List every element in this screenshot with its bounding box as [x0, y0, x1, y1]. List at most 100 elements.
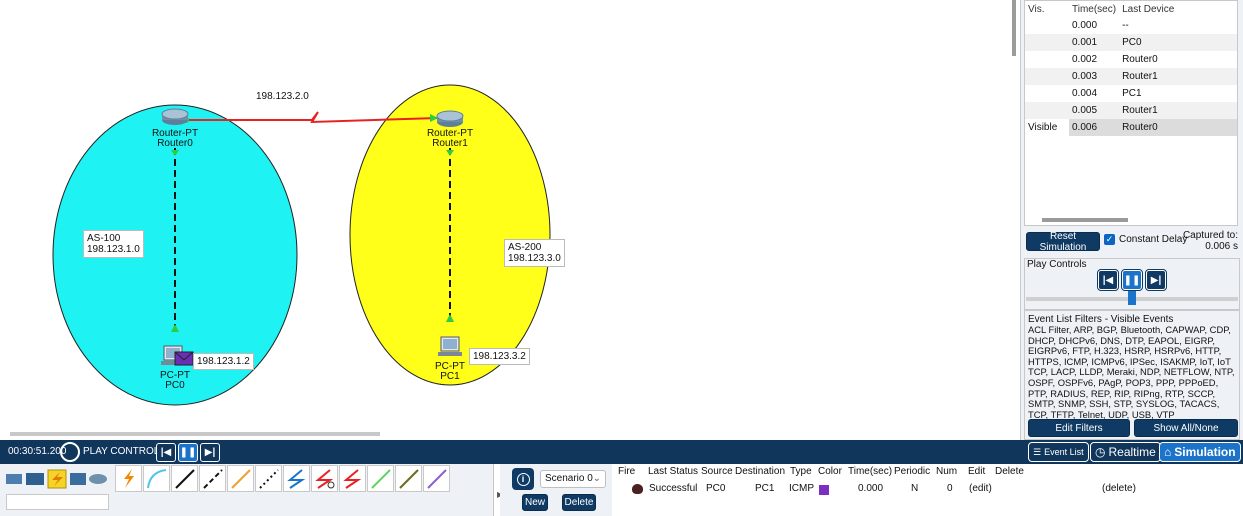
simulation-mode-tab[interactable]: ⌂ Simulation [1159, 442, 1241, 462]
pc0-label[interactable]: PC-PT PC0 [150, 371, 200, 391]
event-table-header: Vis. Time(sec) Last Device [1025, 1, 1237, 17]
bar-pause-button[interactable]: ❚❚ [178, 443, 198, 462]
logical-workspace[interactable]: 198.123.2.0 Router-PT Router0 Router-PT … [0, 0, 1012, 432]
timer-icon[interactable] [60, 442, 80, 462]
col-source[interactable]: Source [701, 466, 733, 477]
pdu-source: PC0 [706, 483, 726, 494]
phone-cable-icon [259, 469, 279, 489]
bar-step-back-button[interactable]: |◀ [156, 443, 176, 462]
col-fire[interactable]: Fire [618, 466, 635, 477]
play-speed-slider-thumb[interactable] [1128, 291, 1136, 305]
table-row[interactable]: 0.003 Router1 [1025, 68, 1237, 85]
pdu-envelope-icon[interactable] [174, 351, 194, 366]
table-row[interactable]: Visible 0.006 Router0 [1025, 119, 1237, 136]
table-row[interactable]: 0.001 PC0 [1025, 34, 1237, 51]
pdu-edit-link[interactable]: (edit) [969, 483, 992, 494]
fiber-connection[interactable] [227, 465, 254, 492]
misc-category[interactable] [70, 473, 86, 485]
col-vis[interactable]: Vis. [1025, 1, 1069, 17]
event-time: 0.001 [1069, 34, 1120, 51]
constant-delay-option[interactable]: ✓ Constant Delay [1104, 234, 1187, 245]
iot-connection[interactable] [395, 465, 422, 492]
table-row[interactable]: 0.002 Router0 [1025, 51, 1237, 68]
col-time[interactable]: Time(sec) [848, 466, 892, 477]
new-scenario-button[interactable]: New [522, 494, 548, 511]
col-num[interactable]: Num [936, 466, 957, 477]
show-all-none-button[interactable]: Show All/None [1134, 419, 1238, 437]
info-button[interactable]: i [512, 468, 534, 490]
edit-filters-button[interactable]: Edit Filters [1028, 419, 1130, 437]
topology-canvas[interactable] [0, 0, 1012, 432]
captured-value: 0.006 s [1205, 241, 1238, 252]
col-color[interactable]: Color [818, 466, 842, 477]
reset-simulation-button[interactable]: Reset Simulation [1026, 231, 1100, 253]
pdu-status: Successful [649, 483, 698, 494]
network-devices-category[interactable] [6, 474, 22, 484]
col-periodic[interactable]: Periodic [894, 466, 930, 477]
col-time[interactable]: Time(sec) [1069, 1, 1120, 17]
router1-label[interactable]: Router-PT Router1 [425, 129, 475, 149]
table-row[interactable]: 0.004 PC1 [1025, 85, 1237, 102]
coaxial-connection[interactable] [283, 465, 310, 492]
end-devices-category[interactable] [26, 473, 44, 485]
captured-to: Captured to: 0.006 s [1180, 230, 1238, 252]
col-delete[interactable]: Delete [995, 466, 1024, 477]
pc1-ip-note[interactable]: 198.123.3.2 [469, 348, 530, 365]
col-last-device[interactable]: Last Device [1119, 1, 1237, 17]
col-type[interactable]: Type [790, 466, 812, 477]
pc1-label[interactable]: PC-PT PC1 [425, 362, 475, 382]
realtime-mode-tab[interactable]: ◷ Realtime [1090, 442, 1161, 462]
phone-connection[interactable] [255, 465, 282, 492]
pause-button[interactable]: ❚❚ [1121, 269, 1143, 291]
table-row[interactable]: 0.005 Router1 [1025, 102, 1237, 119]
col-last-status[interactable]: Last Status [648, 466, 698, 477]
event-list-toggle[interactable]: ☰ Event List [1028, 442, 1089, 462]
pc0-name: PC0 [165, 380, 185, 391]
workspace-vertical-scrollbar[interactable] [1012, 0, 1016, 56]
captured-label: Captured to: [1182, 230, 1238, 241]
straight-through-connection[interactable] [171, 465, 198, 492]
bar-step-forward-button[interactable]: ▶| [200, 443, 220, 462]
crossover-connection[interactable] [199, 465, 226, 492]
chevron-down-icon: ⌄ [592, 473, 601, 484]
console-connection[interactable] [143, 465, 170, 492]
step-forward-icon: ▶| [204, 447, 216, 458]
event-time: 0.000 [1072, 20, 1098, 31]
table-row[interactable]: Successful PC0 PC1 ICMP 0.000 N 0 (edit)… [612, 483, 1243, 498]
constant-delay-checkbox[interactable]: ✓ [1104, 234, 1115, 245]
pc0-ip-note[interactable]: 198.123.1.2 [193, 353, 254, 370]
as-100-note[interactable]: AS-100 198.123.1.0 [83, 230, 144, 258]
auto-connection[interactable] [115, 465, 142, 492]
workspace-horizontal-scrollbar[interactable] [10, 432, 380, 436]
serial-dte-connection[interactable] [339, 465, 366, 492]
as-200-note[interactable]: AS-200 198.123.3.0 [504, 239, 565, 267]
simulation-label: Simulation [1174, 445, 1236, 459]
multiuser-category[interactable] [89, 474, 107, 484]
event-list-table[interactable]: Vis. Time(sec) Last Device 0.000 -- 0.00… [1024, 0, 1238, 226]
router0-label[interactable]: Router-PT Router0 [150, 129, 200, 149]
serial-dce-connection[interactable] [311, 465, 338, 492]
usb-connection[interactable] [423, 465, 450, 492]
router1-name: Router1 [432, 138, 468, 149]
router1-icon[interactable] [436, 110, 464, 127]
pc1-icon[interactable] [438, 336, 462, 356]
col-edit[interactable]: Edit [968, 466, 985, 477]
octal-connection[interactable] [367, 465, 394, 492]
realtime-label: Realtime [1108, 445, 1156, 459]
event-device: Router0 [1122, 54, 1158, 65]
step-forward-button[interactable]: ▶| [1145, 269, 1167, 291]
pdu-delete-link[interactable]: (delete) [1102, 483, 1136, 494]
delete-scenario-button[interactable]: Delete [562, 494, 596, 511]
scenario-select[interactable]: Scenario 0 ⌄ [540, 470, 606, 488]
device-search-field[interactable] [6, 494, 109, 510]
scenario-selected: Scenario 0 [545, 473, 593, 484]
router0-icon[interactable] [161, 108, 189, 125]
table-row[interactable]: 0.000 -- [1025, 17, 1237, 34]
device-category-icons [6, 469, 107, 489]
step-back-button[interactable]: |◀ [1097, 269, 1119, 291]
step-back-icon: |◀ [160, 447, 172, 458]
col-destination[interactable]: Destination [735, 466, 785, 477]
fire-icon[interactable] [632, 484, 643, 494]
event-list-horizontal-scrollbar[interactable] [1042, 218, 1128, 222]
serial-dte-icon [343, 469, 362, 489]
